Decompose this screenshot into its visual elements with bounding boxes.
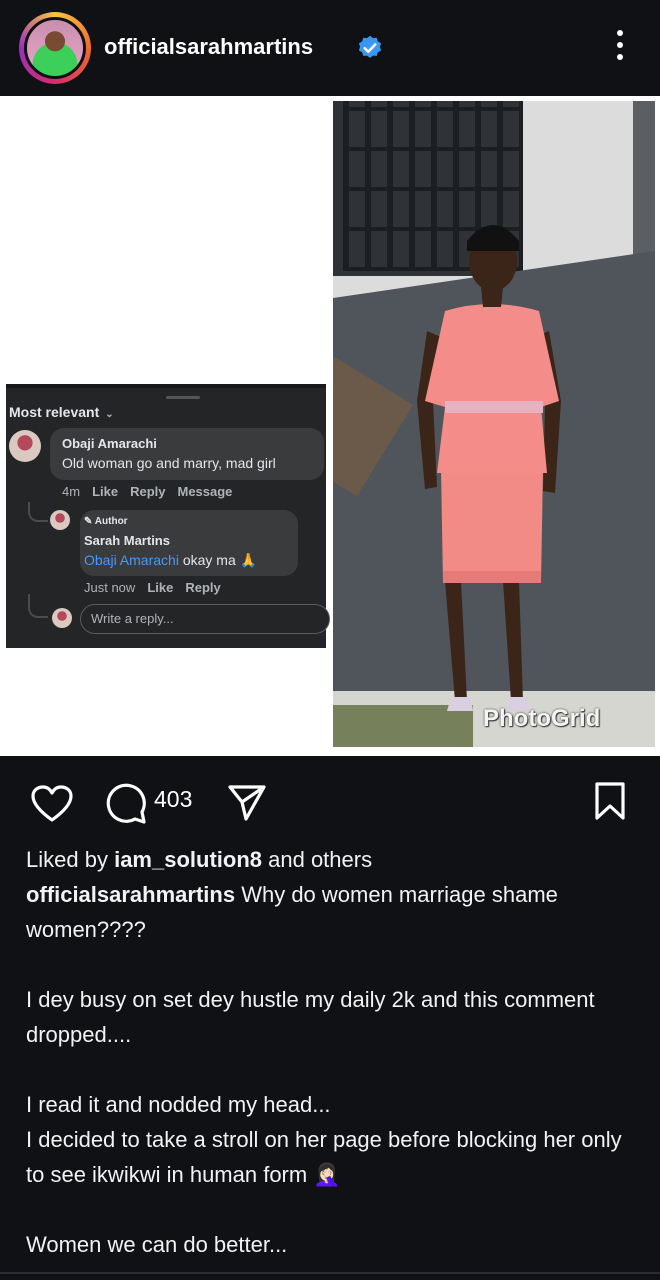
- caption-line: Women we can do better...: [26, 1232, 288, 1257]
- commenter-avatar: [9, 430, 41, 462]
- divider: [0, 1272, 660, 1274]
- comment-text: Old woman go and marry, mad girl: [62, 455, 276, 471]
- post-header: officialsarahmartins: [0, 0, 660, 96]
- like-link: Like: [92, 484, 119, 499]
- photogrid-watermark: PhotoGrid: [483, 705, 601, 732]
- thread-line: [28, 594, 48, 618]
- reply-input: Write a reply...: [80, 604, 330, 634]
- woman-figure: [417, 225, 561, 711]
- reply-reply-link: Reply: [185, 580, 221, 595]
- mention-link: Obaji Amarachi: [84, 552, 179, 568]
- profile-avatar[interactable]: [19, 12, 91, 84]
- comment-sort-label: Most relevant ⌄: [9, 404, 114, 420]
- reply-meta: Just now Like Reply: [84, 580, 221, 595]
- post-actions: 403: [0, 756, 660, 842]
- thread-line: [28, 502, 48, 522]
- reply-author-name: Sarah Martins: [84, 533, 170, 548]
- username[interactable]: officialsarahmartins: [104, 34, 313, 60]
- drag-handle: [166, 396, 200, 399]
- caption-username[interactable]: officialsarahmartins: [26, 882, 235, 907]
- bookmark-icon[interactable]: [592, 780, 628, 822]
- message-link: Message: [177, 484, 233, 499]
- send-icon[interactable]: [226, 782, 268, 824]
- commenter-name: Obaji Amarachi: [62, 436, 157, 451]
- caption-line: I read it and nodded my head...: [26, 1092, 331, 1117]
- reply-input-avatar: [52, 608, 72, 628]
- more-vertical-icon[interactable]: [608, 30, 632, 66]
- avatar-image: [24, 17, 86, 79]
- reply-time: Just now: [84, 580, 136, 595]
- person-photo: PhotoGrid: [333, 101, 655, 747]
- post-caption: Liked by iam_solution8 and others offici…: [26, 842, 638, 1262]
- reply-text: Obaji Amarachi okay ma 🙏: [84, 552, 258, 568]
- caption-line: I dey busy on set dey hustle my daily 2k…: [26, 987, 595, 1047]
- heart-icon[interactable]: [30, 784, 74, 824]
- liked-by-user[interactable]: iam_solution8: [114, 847, 262, 872]
- caption-line: I decided to take a stroll on her page b…: [26, 1127, 622, 1187]
- caption-text: officialsarahmartins Why do women marria…: [26, 882, 558, 942]
- reply-link: Reply: [130, 484, 166, 499]
- reply-like-link: Like: [147, 580, 174, 595]
- comment-icon[interactable]: [104, 782, 148, 826]
- author-tag: ✎ Author: [84, 516, 128, 527]
- comment-meta: 4m Like Reply Message: [62, 484, 232, 499]
- author-avatar: [50, 510, 70, 530]
- post-image[interactable]: Most relevant ⌄ Obaji Amarachi Old woman …: [0, 96, 660, 756]
- verified-badge-icon: [358, 35, 382, 58]
- liked-by[interactable]: Liked by iam_solution8 and others: [26, 842, 638, 877]
- comment-time: 4m: [62, 484, 81, 499]
- comment-screenshot: Most relevant ⌄ Obaji Amarachi Old woman …: [6, 384, 330, 648]
- comment-count: 403: [154, 786, 193, 812]
